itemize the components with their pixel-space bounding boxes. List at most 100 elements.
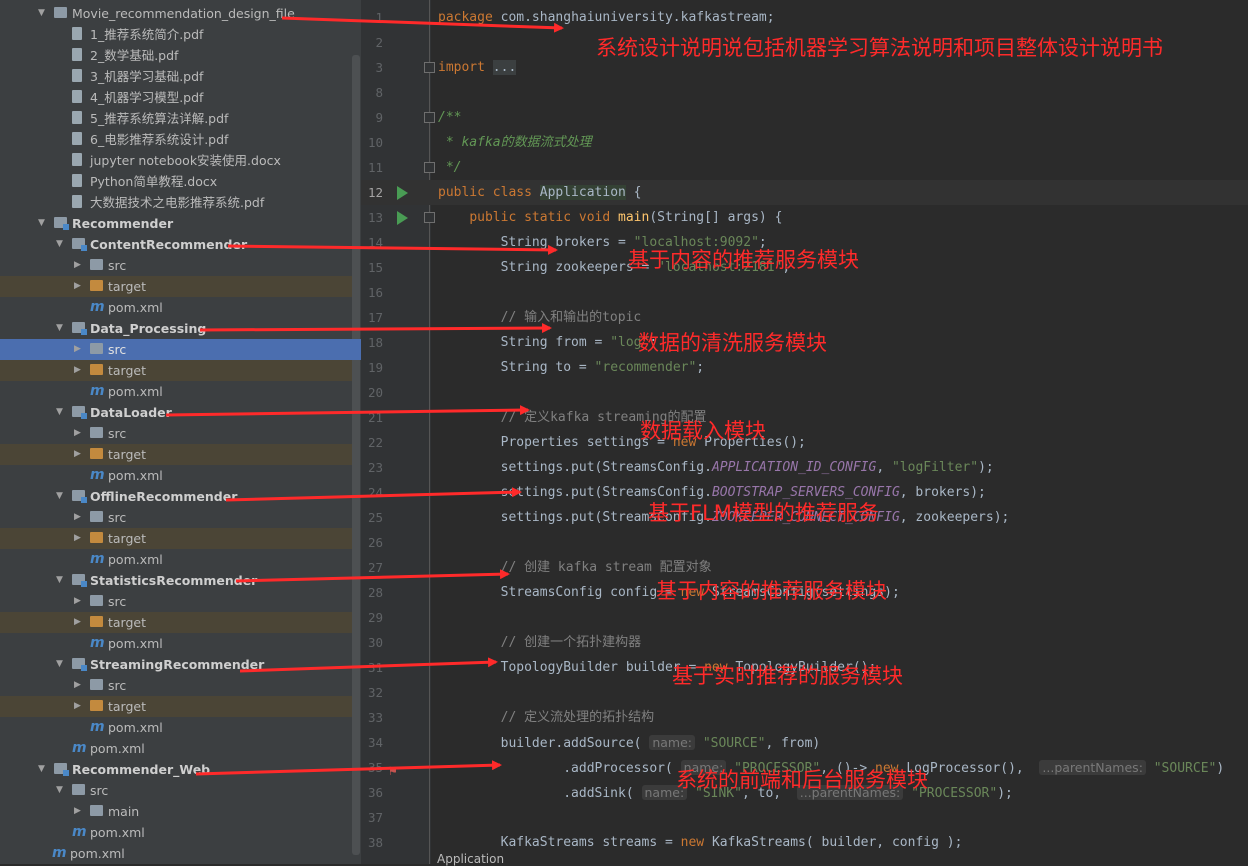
code-text[interactable]: settings.put(StreamsConfig.APPLICATION_I… bbox=[438, 455, 994, 480]
chevron-right-icon[interactable]: ▶ bbox=[74, 444, 84, 465]
tree-item[interactable]: m pom.xml bbox=[0, 822, 352, 843]
tree-item[interactable]: m pom.xml bbox=[0, 843, 352, 864]
tree-item[interactable]: ▶ target bbox=[0, 612, 352, 633]
tree-item[interactable]: ▶ target bbox=[0, 528, 352, 549]
tree-item[interactable]: 3_机器学习基础.pdf bbox=[0, 66, 352, 87]
tree-item[interactable]: ▶ target bbox=[0, 360, 352, 381]
code-text[interactable]: package com.shanghaiuniversity.kafkastre… bbox=[438, 5, 775, 30]
code-editor[interactable]: 1 package com.shanghaiuniversity.kafkastr… bbox=[361, 0, 1248, 866]
chevron-right-icon[interactable]: ▶ bbox=[74, 675, 84, 696]
chevron-right-icon[interactable]: ▶ bbox=[74, 276, 84, 297]
tree-item[interactable]: m pom.xml bbox=[0, 633, 352, 654]
tree-item[interactable]: ▶ src bbox=[0, 591, 352, 612]
chevron-right-icon[interactable]: ▶ bbox=[74, 507, 84, 528]
tree-item[interactable]: ▶ src bbox=[0, 675, 352, 696]
tree-item[interactable]: ▼ src bbox=[0, 780, 352, 801]
tree-item[interactable]: 1_推荐系统简介.pdf bbox=[0, 24, 352, 45]
code-line[interactable]: 19 String to = "recommender"; bbox=[361, 355, 1248, 380]
tree-item[interactable]: m pom.xml bbox=[0, 738, 352, 759]
code-line[interactable]: 16 bbox=[361, 280, 1248, 305]
chevron-down-icon[interactable]: ▼ bbox=[38, 759, 48, 780]
chevron-right-icon[interactable]: ▶ bbox=[74, 255, 84, 276]
code-line[interactable]: 21 // 定义kafka streaming的配置 bbox=[361, 405, 1248, 430]
tree-item[interactable]: 2_数学基础.pdf bbox=[0, 45, 352, 66]
code-line[interactable]: 33 // 定义流处理的拓扑结构 bbox=[361, 705, 1248, 730]
run-icon[interactable] bbox=[397, 186, 408, 200]
code-line[interactable]: 12 public class Application { bbox=[361, 180, 1248, 205]
code-text[interactable]: */ bbox=[438, 155, 462, 180]
tree-item[interactable]: ▼ StreamingRecommender bbox=[0, 654, 352, 675]
fold-icon[interactable] bbox=[424, 62, 435, 73]
code-line[interactable]: 29 bbox=[361, 605, 1248, 630]
tree-item[interactable]: jupyter notebook安装使用.docx bbox=[0, 150, 352, 171]
tree-item[interactable]: ▶ target bbox=[0, 696, 352, 717]
tree-item[interactable]: ▼ Data_Processing bbox=[0, 318, 352, 339]
chevron-down-icon[interactable]: ▼ bbox=[56, 486, 66, 507]
run-icon[interactable] bbox=[397, 211, 408, 225]
chevron-down-icon[interactable]: ▼ bbox=[56, 654, 66, 675]
tree-item[interactable]: 6_电影推荐系统设计.pdf bbox=[0, 129, 352, 150]
tree-item[interactable]: ▼ StatisticsRecommender bbox=[0, 570, 352, 591]
tree-item[interactable]: m pom.xml bbox=[0, 717, 352, 738]
chevron-down-icon[interactable]: ▼ bbox=[56, 780, 66, 801]
chevron-right-icon[interactable]: ▶ bbox=[74, 339, 84, 360]
code-line[interactable]: 11 */ bbox=[361, 155, 1248, 180]
tree-item[interactable]: ▼ DataLoader bbox=[0, 402, 352, 423]
tree-item[interactable]: ▼ OfflineRecommender bbox=[0, 486, 352, 507]
code-line[interactable]: 1 package com.shanghaiuniversity.kafkastr… bbox=[361, 5, 1248, 30]
code-line[interactable]: 23 settings.put(StreamsConfig.APPLICATIO… bbox=[361, 455, 1248, 480]
chevron-down-icon[interactable]: ▼ bbox=[56, 234, 66, 255]
tree-item[interactable]: 大数据技术之电影推荐系统.pdf bbox=[0, 192, 352, 213]
code-line[interactable]: 20 bbox=[361, 380, 1248, 405]
tree-item[interactable]: ▶ src bbox=[0, 423, 352, 444]
code-line[interactable]: 22 Properties settings = new Properties(… bbox=[361, 430, 1248, 455]
chevron-down-icon[interactable]: ▼ bbox=[56, 318, 66, 339]
chevron-right-icon[interactable]: ▶ bbox=[74, 612, 84, 633]
tree-item[interactable]: ▶ src bbox=[0, 507, 352, 528]
tree-item[interactable]: ▼ Recommender bbox=[0, 213, 352, 234]
tree-scrollbar[interactable] bbox=[352, 55, 360, 855]
chevron-right-icon[interactable]: ▶ bbox=[74, 423, 84, 444]
code-text[interactable]: public class Application { bbox=[438, 180, 642, 205]
code-text[interactable]: // 创建一个拓扑建构器 bbox=[438, 630, 641, 655]
code-text[interactable]: // 输入和输出的topic bbox=[438, 305, 642, 330]
code-line[interactable]: 30 // 创建一个拓扑建构器 bbox=[361, 630, 1248, 655]
tree-item[interactable]: ▼ Recommender_Web bbox=[0, 759, 352, 780]
tree-item[interactable]: ▶ target bbox=[0, 444, 352, 465]
chevron-right-icon[interactable]: ▶ bbox=[74, 360, 84, 381]
tree-item[interactable]: ▶ main bbox=[0, 801, 352, 822]
code-text[interactable]: // 定义流处理的拓扑结构 bbox=[438, 705, 654, 730]
chevron-right-icon[interactable]: ▶ bbox=[74, 591, 84, 612]
code-text[interactable]: String from = "log"; bbox=[438, 330, 658, 355]
fold-icon[interactable] bbox=[424, 162, 435, 173]
fold-icon[interactable] bbox=[424, 112, 435, 123]
tree-item[interactable]: ▶ src bbox=[0, 339, 361, 360]
tree-item[interactable]: 5_推荐系统算法详解.pdf bbox=[0, 108, 352, 129]
tree-item[interactable]: ▶ target bbox=[0, 276, 352, 297]
fold-icon[interactable] bbox=[424, 212, 435, 223]
tree-item[interactable]: Python简单教程.docx bbox=[0, 171, 352, 192]
tree-item[interactable]: 4_机器学习模型.pdf bbox=[0, 87, 352, 108]
code-line[interactable]: 37 bbox=[361, 805, 1248, 830]
code-text[interactable]: public static void main(String[] args) { bbox=[438, 205, 782, 230]
tree-item[interactable]: ▼ ContentRecommender bbox=[0, 234, 352, 255]
code-line[interactable]: 9 /** bbox=[361, 105, 1248, 130]
code-line[interactable]: 34 builder.addSource( name: "SOURCE", fr… bbox=[361, 730, 1248, 755]
chevron-right-icon[interactable]: ▶ bbox=[74, 528, 84, 549]
chevron-right-icon[interactable]: ▶ bbox=[74, 696, 84, 717]
tree-item[interactable]: m pom.xml bbox=[0, 381, 352, 402]
chevron-down-icon[interactable]: ▼ bbox=[56, 402, 66, 423]
code-line[interactable]: 8 bbox=[361, 80, 1248, 105]
code-line[interactable]: 10 * kafka的数据流式处理 bbox=[361, 130, 1248, 155]
code-text[interactable]: * kafka的数据流式处理 bbox=[438, 130, 592, 155]
tree-item[interactable]: ▶ src bbox=[0, 255, 352, 276]
code-line[interactable]: 26 bbox=[361, 530, 1248, 555]
code-text[interactable]: /** bbox=[438, 105, 461, 130]
chevron-right-icon[interactable]: ▶ bbox=[74, 801, 84, 822]
code-line[interactable]: 13 public static void main(String[] args… bbox=[361, 205, 1248, 230]
chevron-down-icon[interactable]: ▼ bbox=[38, 213, 48, 234]
code-text[interactable]: String to = "recommender"; bbox=[438, 355, 705, 380]
code-text[interactable]: import ... bbox=[438, 55, 517, 80]
tree-item[interactable]: m pom.xml bbox=[0, 465, 352, 486]
code-text[interactable]: KafkaStreams streams = new KafkaStreams(… bbox=[438, 830, 963, 855]
